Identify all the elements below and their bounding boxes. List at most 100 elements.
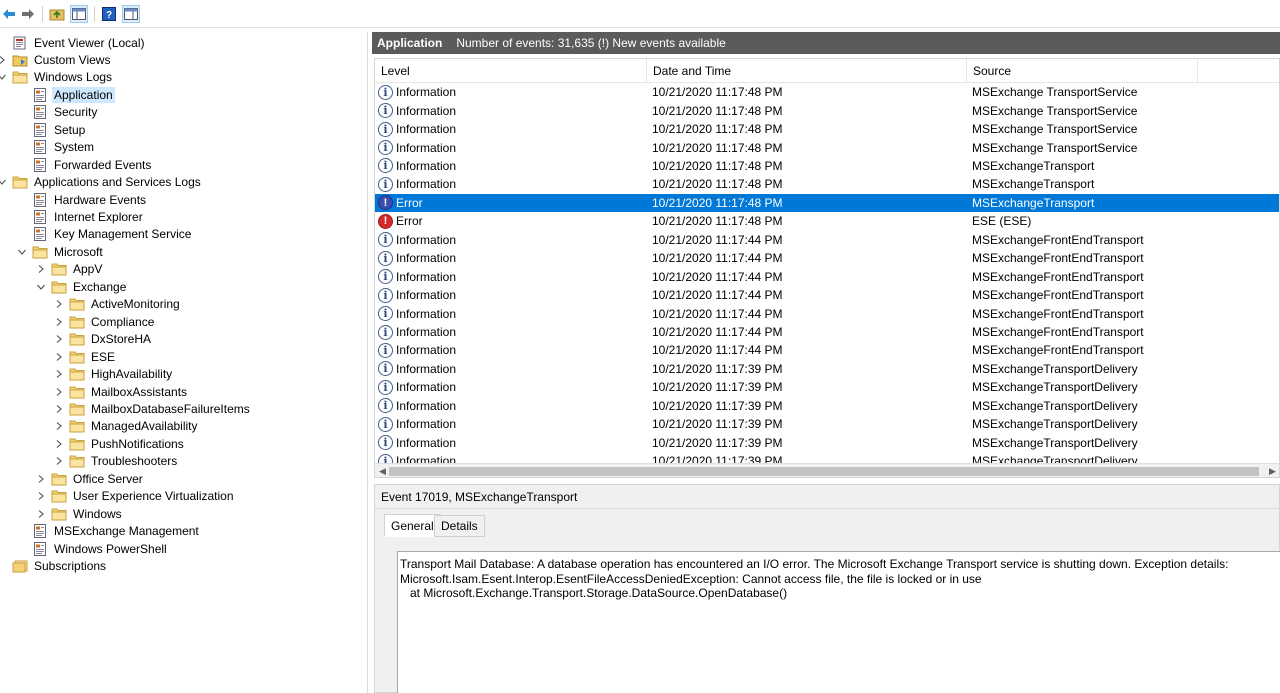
tree-item-label: System	[54, 140, 95, 155]
chevron-right-icon[interactable]	[36, 264, 46, 274]
event-date-cell: 10/21/2020 11:17:44 PM	[652, 232, 783, 247]
tree-item[interactable]: ManagedAvailability	[54, 418, 200, 435]
chevron-right-icon[interactable]	[54, 299, 64, 309]
chevron-right-icon[interactable]	[54, 352, 64, 362]
tree-item[interactable]: ESE	[54, 348, 117, 365]
event-row[interactable]: i Information 10/21/2020 11:17:39 PM MSExch…	[375, 415, 1279, 433]
folder-icon	[51, 472, 67, 486]
forward-arrow-icon[interactable]	[19, 5, 37, 23]
event-row[interactable]: i Information 10/21/2020 11:17:39 PM MSExch…	[375, 434, 1279, 452]
up-folder-icon[interactable]	[48, 5, 66, 23]
chevron-down-icon[interactable]	[0, 177, 7, 187]
tree-item[interactable]: Setup	[17, 121, 87, 138]
scrollbar-thumb[interactable]	[389, 467, 1259, 476]
tree-item[interactable]: ActiveMonitoring	[54, 296, 182, 313]
event-level-text: Information	[396, 140, 457, 155]
tab-general[interactable]: General	[384, 514, 441, 537]
horizontal-scrollbar[interactable]: ◀ ▶	[375, 463, 1279, 477]
chevron-right-icon[interactable]	[36, 474, 46, 484]
event-row[interactable]: i Information 10/21/2020 11:17:48 PM MSExch…	[375, 101, 1279, 119]
chevron-right-icon[interactable]	[54, 369, 64, 379]
tree-item[interactable]: System	[17, 139, 96, 156]
chevron-right-icon[interactable]	[54, 387, 64, 397]
event-row[interactable]: i Information 10/21/2020 11:17:44 PM MSExch…	[375, 249, 1279, 267]
event-row[interactable]: i Information 10/21/2020 11:17:48 PM MSExch…	[375, 175, 1279, 193]
tree-item[interactable]: Troubleshooters	[54, 453, 179, 470]
tree-item[interactable]: MailboxAssistants	[54, 383, 189, 400]
event-row[interactable]: ! Error 10/21/2020 11:17:48 PM ESE (ESE)	[375, 212, 1279, 230]
tree-item[interactable]: PushNotifications	[54, 435, 186, 452]
tree-item[interactable]: Internet Explorer	[17, 209, 145, 226]
tree-item[interactable]: Office Server	[36, 470, 145, 487]
show-hide-tree-icon[interactable]	[70, 5, 88, 23]
column-header-level[interactable]: Level	[375, 59, 647, 83]
tree-item[interactable]: Windows	[36, 505, 124, 522]
tree-item[interactable]: Application	[17, 86, 115, 103]
event-row[interactable]: i Information 10/21/2020 11:17:44 PM MSExch…	[375, 268, 1279, 286]
column-header-date[interactable]: Date and Time	[647, 59, 967, 83]
tree-item-label: MSExchange Management	[54, 524, 199, 539]
chevron-right-icon[interactable]	[54, 317, 64, 327]
event-row[interactable]: i Information 10/21/2020 11:17:48 PM MSExch…	[375, 83, 1279, 101]
tree-item-label: Setup	[54, 122, 86, 137]
tree-item[interactable]: Custom Views	[0, 51, 112, 68]
tree-item[interactable]: Subscriptions	[0, 558, 108, 575]
tree-item[interactable]: Forwarded Events	[17, 156, 153, 173]
tree-item[interactable]: User Experience Virtualization	[36, 488, 236, 505]
tree-item[interactable]: MSExchange Management	[17, 523, 201, 540]
event-row[interactable]: i Information 10/21/2020 11:17:39 PM MSExch…	[375, 360, 1279, 378]
chevron-right-icon[interactable]	[54, 456, 64, 466]
tree-item[interactable]: Microsoft	[17, 243, 105, 260]
chevron-right-icon[interactable]	[54, 439, 64, 449]
tree-item[interactable]: HighAvailability	[54, 366, 174, 383]
event-row[interactable]: i Information 10/21/2020 11:17:48 PM MSExch…	[375, 138, 1279, 156]
chevron-right-icon[interactable]	[54, 421, 64, 431]
event-level-text: Information	[396, 122, 457, 137]
chevron-right-icon[interactable]	[36, 509, 46, 519]
information-icon: i	[378, 361, 393, 377]
tree-item[interactable]: DxStoreHA	[54, 331, 153, 348]
chevron-right-icon[interactable]	[54, 404, 64, 414]
scroll-left-icon[interactable]: ◀	[377, 466, 388, 477]
chevron-down-icon[interactable]	[0, 72, 7, 82]
tree-item[interactable]: Windows PowerShell	[17, 540, 169, 557]
tree-item[interactable]: Key Management Service	[17, 226, 193, 243]
event-row[interactable]: ! Error 10/21/2020 11:17:48 PM MSExchangeTr…	[375, 193, 1279, 213]
column-header-source[interactable]: Source	[967, 59, 1198, 83]
tree-item[interactable]: Hardware Events	[17, 191, 148, 208]
event-date-cell: 10/21/2020 11:17:48 PM	[652, 214, 783, 229]
tree-item[interactable]: AppV	[36, 261, 104, 278]
event-detail-pane: Event 17019, MSExchangeTransport General…	[374, 484, 1280, 693]
tree-item[interactable]: Exchange	[36, 278, 128, 295]
chevron-right-icon[interactable]	[54, 334, 64, 344]
event-row[interactable]: i Information 10/21/2020 11:17:44 PM MSExch…	[375, 286, 1279, 304]
chevron-right-icon[interactable]	[0, 55, 7, 65]
event-row[interactable]: i Information 10/21/2020 11:17:44 PM MSExch…	[375, 304, 1279, 322]
event-row[interactable]: i Information 10/21/2020 11:17:39 PM MSExch…	[375, 378, 1279, 396]
chevron-down-icon[interactable]	[17, 247, 27, 257]
event-row[interactable]: i Information 10/21/2020 11:17:44 PM MSExch…	[375, 341, 1279, 359]
chevron-down-icon[interactable]	[36, 282, 46, 292]
help-icon[interactable]: ?	[100, 5, 118, 23]
chevron-right-icon[interactable]	[36, 491, 46, 501]
tree-item[interactable]: Applications and Services Logs	[0, 174, 203, 191]
event-row[interactable]: i Information 10/21/2020 11:17:44 PM MSExch…	[375, 323, 1279, 341]
tab-details[interactable]: Details	[434, 515, 485, 537]
tree-item[interactable]: Security	[17, 104, 99, 121]
tree-item[interactable]: Event Viewer (Local)	[0, 34, 147, 51]
scroll-right-icon[interactable]: ▶	[1267, 466, 1278, 477]
tree-item-label: Compliance	[91, 314, 155, 329]
action-pane-icon[interactable]	[122, 5, 140, 23]
folder-icon	[51, 507, 67, 521]
event-row[interactable]: i Information 10/21/2020 11:17:44 PM MSExch…	[375, 231, 1279, 249]
event-row[interactable]: i Information 10/21/2020 11:17:39 PM MSExch…	[375, 452, 1279, 463]
back-arrow-icon[interactable]	[0, 5, 18, 23]
tree-item[interactable]: Windows Logs	[0, 69, 114, 86]
tree-item[interactable]: MailboxDatabaseFailureItems	[54, 400, 252, 417]
event-row[interactable]: i Information 10/21/2020 11:17:48 PM MSExch…	[375, 157, 1279, 175]
information-icon: i	[378, 121, 393, 137]
event-row[interactable]: i Information 10/21/2020 11:17:39 PM MSExch…	[375, 397, 1279, 415]
tree-item[interactable]: Compliance	[54, 313, 156, 330]
event-row[interactable]: i Information 10/21/2020 11:17:48 PM MSExch…	[375, 120, 1279, 138]
